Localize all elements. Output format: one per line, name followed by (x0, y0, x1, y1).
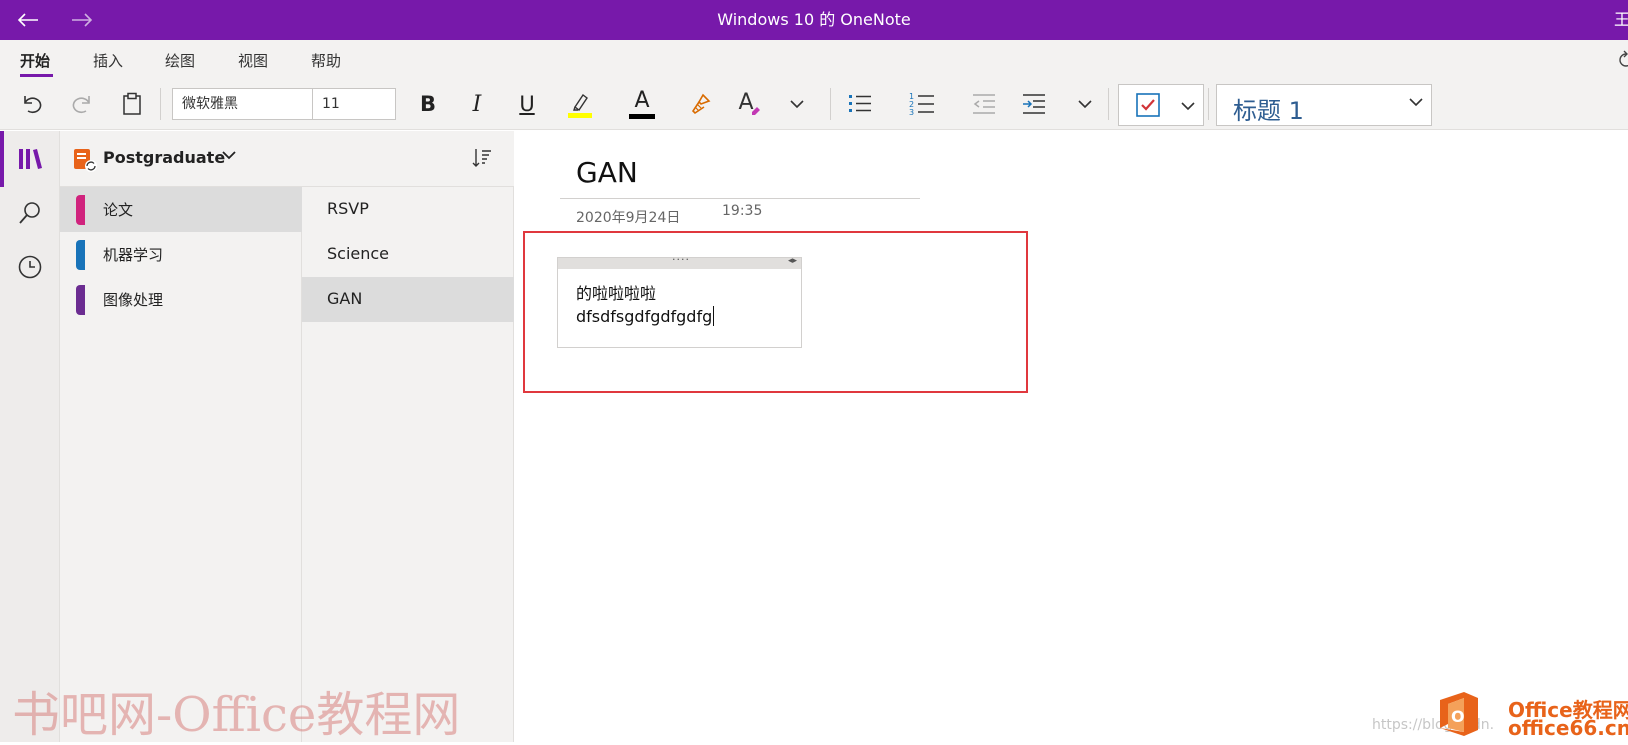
rail-selection-indicator (0, 131, 4, 187)
page-canvas[interactable] (515, 131, 1628, 742)
undo-button[interactable] (14, 86, 50, 122)
section-color-tab (76, 285, 85, 315)
page-item[interactable]: GAN (302, 277, 514, 322)
decrease-indent-button[interactable] (966, 86, 1002, 122)
search-icon (19, 202, 40, 224)
redo-icon (72, 96, 90, 114)
outdent-icon (973, 94, 995, 114)
toolbar-divider (1208, 88, 1209, 120)
section-label: 图像处理 (103, 291, 164, 309)
chevron-down-icon (1078, 100, 1092, 109)
clear-formatting-button[interactable]: A (732, 86, 768, 122)
bold-button[interactable]: B (410, 86, 446, 122)
undo-icon (24, 96, 42, 114)
notebook-header: Postgraduate (60, 131, 514, 187)
page-item[interactable]: RSVP (302, 187, 514, 232)
font-color-swatch (629, 113, 655, 119)
search-button[interactable] (14, 197, 46, 229)
font-color-button[interactable]: A (622, 86, 662, 122)
tab-home[interactable]: 开始 (20, 50, 50, 71)
toolbar-divider (160, 88, 161, 120)
user-account-button[interactable]: 王 (1614, 0, 1628, 40)
title-bar: Windows 10 的 OneNote 王 (0, 0, 1628, 40)
clipboard-icon (123, 92, 141, 115)
checkbox-checked-icon (1136, 93, 1160, 117)
window-title: Windows 10 的 OneNote (717, 10, 911, 29)
section-item[interactable]: 论文 (60, 187, 302, 232)
notebooks-button[interactable] (14, 143, 46, 175)
font-more-dropdown[interactable] (782, 86, 812, 122)
font-color-label: A (634, 87, 650, 113)
tab-help[interactable]: 帮助 (311, 50, 341, 71)
navigation-rail (0, 131, 60, 742)
notebook-sync-icon (74, 149, 97, 172)
section-item[interactable]: 机器学习 (60, 232, 302, 277)
paste-button[interactable] (114, 86, 150, 122)
resize-arrows-icon[interactable]: ◂▸ (788, 256, 797, 266)
paintbrush-icon (691, 93, 711, 115)
underline-button[interactable]: U (509, 86, 545, 122)
note-container[interactable]: ···· ◂▸ 的啦啦啦啦 dfsdfsgdfgdfgdfg (557, 253, 802, 348)
italic-button[interactable]: I (459, 86, 495, 122)
highlight-button[interactable] (560, 86, 600, 122)
notebooks-icon (19, 149, 42, 169)
numbered-list-button[interactable]: 123 (904, 86, 940, 122)
redo-button[interactable] (64, 86, 100, 122)
page-time: 19:35 (722, 203, 763, 219)
toolbar-divider (1108, 88, 1109, 120)
page-date: 2020年9月24日 (576, 210, 681, 226)
font-size-field[interactable]: 11 (312, 88, 396, 120)
clock-icon (18, 255, 42, 279)
font-name-field[interactable]: 微软雅黑 (172, 88, 313, 120)
recent-notes-button[interactable] (14, 251, 46, 283)
sort-icon[interactable] (471, 147, 493, 169)
note-text-line[interactable]: dfsdfsgdfgdfgdfg (576, 306, 714, 326)
increase-indent-button[interactable] (1016, 86, 1052, 122)
chevron-down-icon (1409, 98, 1423, 107)
style-dropdown[interactable]: 标题 1 (1216, 84, 1432, 126)
indent-icon (1023, 94, 1045, 114)
notebook-name[interactable]: Postgraduate (103, 148, 225, 167)
tab-view[interactable]: 视图 (238, 50, 268, 71)
bullet-list-icon (849, 95, 871, 112)
title-divider (560, 198, 920, 199)
todo-tag-dropdown[interactable] (1118, 84, 1204, 126)
section-label: 机器学习 (103, 246, 164, 264)
svg-text:O: O (1451, 707, 1465, 726)
sync-icon[interactable] (1612, 50, 1628, 68)
style-value: 标题 1 (1233, 97, 1304, 125)
format-painter-button[interactable] (684, 86, 720, 122)
chevron-down-icon (790, 100, 804, 109)
page-item[interactable]: Science (302, 232, 514, 277)
svg-text:3: 3 (909, 108, 914, 117)
drag-dots-icon: ···· (672, 253, 690, 266)
section-color-tab (76, 195, 85, 225)
numbered-list-icon: 123 (909, 92, 934, 117)
chevron-down-icon[interactable] (222, 150, 236, 160)
chevron-down-icon (1181, 102, 1195, 111)
section-item[interactable]: 图像处理 (60, 277, 302, 322)
watermark-text: 书吧网-Office教程网 (12, 687, 461, 743)
page-label: RSVP (327, 199, 369, 218)
tab-insert[interactable]: 插入 (93, 50, 123, 71)
highlighter-icon (568, 93, 592, 118)
tab-draw[interactable]: 绘图 (165, 50, 195, 71)
office-logo-icon: O (1440, 692, 1478, 736)
watermark-site: office66.cn (1508, 716, 1628, 740)
active-tab-indicator (20, 74, 53, 77)
note-text-line[interactable]: 的啦啦啦啦 (576, 280, 656, 304)
toolbar-divider (830, 88, 831, 120)
clear-format-label: A (738, 89, 754, 115)
ribbon-tabs: 开始 插入 绘图 视图 帮助 (0, 40, 1628, 78)
page-label: Science (327, 244, 390, 263)
paragraph-more-dropdown[interactable] (1070, 86, 1100, 122)
page-label: GAN (327, 289, 363, 308)
section-color-tab (76, 240, 85, 270)
note-drag-handle[interactable]: ···· ◂▸ (558, 253, 801, 269)
section-label: 论文 (103, 201, 134, 219)
bullet-list-button[interactable] (842, 86, 878, 122)
page-title[interactable]: GAN (576, 156, 638, 189)
